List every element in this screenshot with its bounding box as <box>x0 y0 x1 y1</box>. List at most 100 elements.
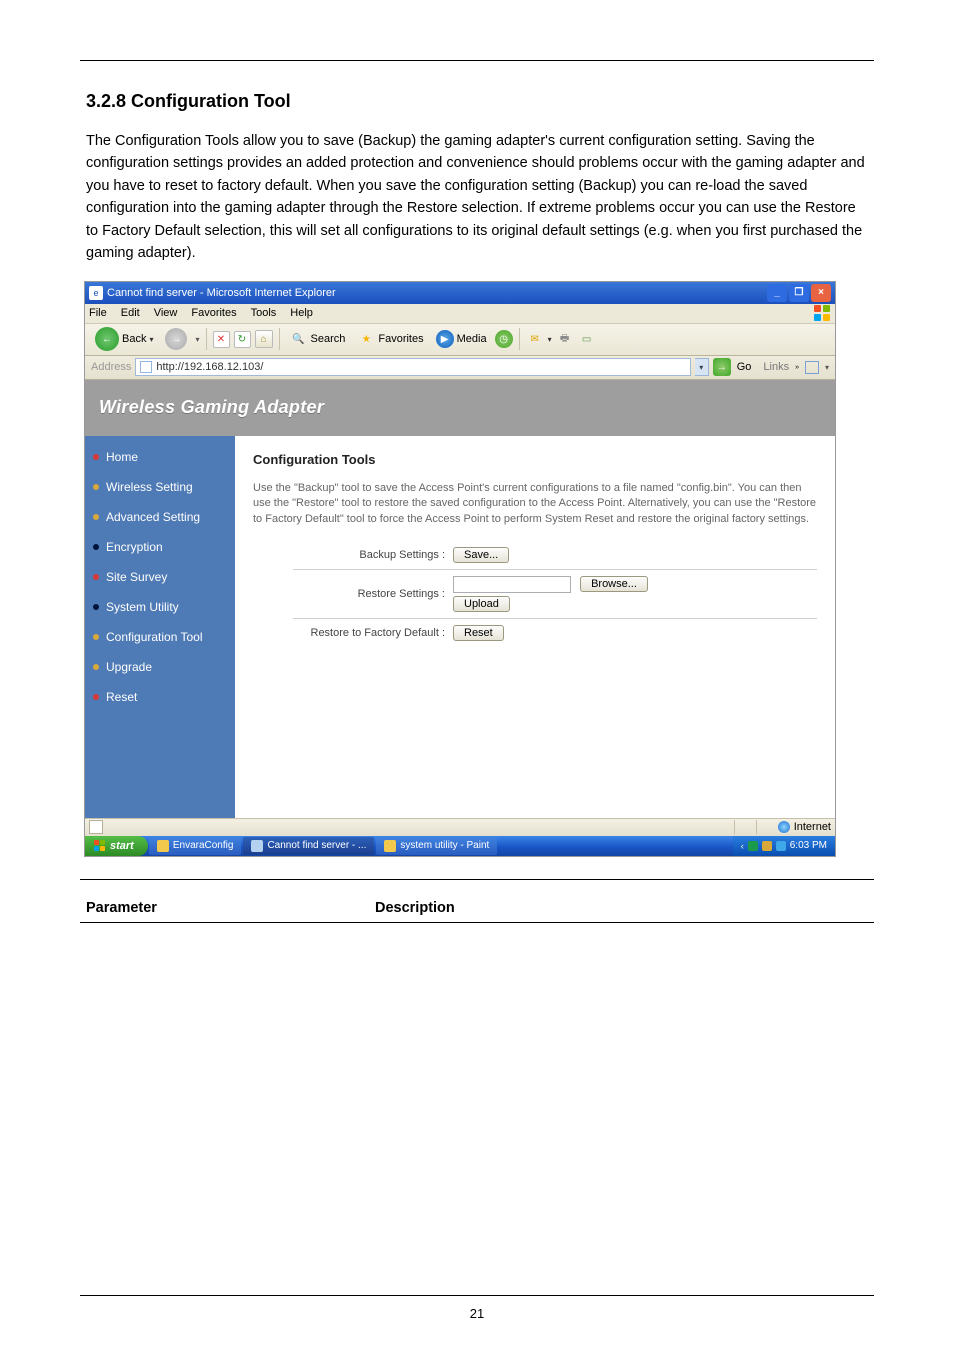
sidebar-item-system-utility[interactable]: System Utility <box>93 600 227 614</box>
links-label: Links <box>763 361 789 373</box>
ie-app-icon: e <box>89 286 103 300</box>
menu-help[interactable]: Help <box>290 307 313 319</box>
sidebar-item-upgrade[interactable]: Upgrade <box>93 660 227 674</box>
refresh-button[interactable]: ↻ <box>234 331 251 348</box>
search-label: Search <box>311 333 346 345</box>
taskbar-item-label: system utility - Paint <box>400 840 489 851</box>
taskbar-item-paint[interactable]: system utility - Paint <box>376 837 497 855</box>
section-paragraph: The Configuration Tools allow you to sav… <box>86 130 870 265</box>
menu-bar: File Edit View Favorites Tools Help <box>85 304 835 324</box>
search-button[interactable]: 🔍 Search <box>286 328 350 350</box>
tray-clock: 6:03 PM <box>790 840 827 851</box>
address-input[interactable]: http://192.168.12.103/ <box>135 358 690 376</box>
taskbar-item-label: EnvaraConfig <box>173 840 234 851</box>
page-icon <box>140 361 152 373</box>
browse-button[interactable]: Browse... <box>580 576 648 592</box>
start-label: start <box>110 840 134 852</box>
table-header-description: Description <box>375 900 455 916</box>
save-button[interactable]: Save... <box>453 547 509 563</box>
sidebar-item-label: Site Survey <box>106 570 167 584</box>
taskbar-item-ie[interactable]: Cannot find server - ... <box>243 837 374 855</box>
forward-button[interactable]: → <box>161 326 191 352</box>
row-divider <box>293 569 817 570</box>
history-button[interactable]: ◷ <box>495 330 513 348</box>
start-button[interactable]: start <box>85 836 148 856</box>
window-close-button[interactable]: × <box>811 284 831 302</box>
sidebar-item-reset[interactable]: Reset <box>93 690 227 704</box>
sidebar-item-label: Advanced Setting <box>106 510 200 524</box>
links-chevron-icon[interactable]: » <box>795 364 799 371</box>
status-page-icon <box>89 820 103 834</box>
section-heading: 3.2.8 Configuration Tool <box>86 91 874 112</box>
content-column: Configuration Tools Use the "Backup" too… <box>235 436 835 818</box>
forward-arrow-icon: → <box>165 328 187 350</box>
upload-button[interactable]: Upload <box>453 596 510 612</box>
tray-icon[interactable] <box>776 841 786 851</box>
window-maximize-button[interactable]: ❐ <box>789 284 809 302</box>
sidebar-item-label: Wireless Setting <box>106 480 193 494</box>
menu-file[interactable]: File <box>89 307 107 319</box>
sidebar-item-label: Configuration Tool <box>106 630 203 644</box>
bullet-icon <box>93 634 99 640</box>
address-label: Address <box>91 361 131 373</box>
paint-icon <box>384 840 396 852</box>
trash-tray-icon[interactable] <box>805 361 819 374</box>
sidebar-item-advanced-setting[interactable]: Advanced Setting <box>93 510 227 524</box>
mail-button[interactable]: ✉ <box>526 330 544 348</box>
sidebar-item-label: System Utility <box>106 600 179 614</box>
address-value: http://192.168.12.103/ <box>156 361 263 373</box>
print-button[interactable]: 🖶 <box>556 330 574 348</box>
tray-icon[interactable] <box>762 841 772 851</box>
sidebar-item-home[interactable]: Home <box>93 450 227 464</box>
sidebar-item-wireless-setting[interactable]: Wireless Setting <box>93 480 227 494</box>
status-zone-text: Internet <box>794 821 831 833</box>
go-button[interactable]: → <box>713 358 731 376</box>
address-dropdown-icon[interactable]: ▾ <box>695 358 709 376</box>
menu-tools[interactable]: Tools <box>251 307 277 319</box>
taskbar-item-envaraconfig[interactable]: EnvaraConfig <box>149 837 242 855</box>
window-titlebar: e Cannot find server - Microsoft Interne… <box>85 282 835 304</box>
sidebar-item-site-survey[interactable]: Site Survey <box>93 570 227 584</box>
sidebar-item-configuration-tool[interactable]: Configuration Tool <box>93 630 227 644</box>
back-dropdown-icon: ▾ <box>149 335 153 344</box>
taskbar-item-label: Cannot find server - ... <box>267 840 366 851</box>
row-divider <box>293 618 817 619</box>
home-button[interactable]: ⌂ <box>255 330 273 348</box>
content-heading: Configuration Tools <box>253 452 817 467</box>
reset-button[interactable]: Reset <box>453 625 504 641</box>
bullet-icon <box>93 544 99 550</box>
folder-icon <box>157 840 169 852</box>
page-number: 21 <box>80 1306 874 1321</box>
window-minimize-button[interactable]: _ <box>767 284 787 302</box>
sidebar-item-label: Encryption <box>106 540 163 554</box>
table-rule-top <box>80 879 874 880</box>
back-arrow-icon: ← <box>95 327 119 351</box>
menu-favorites[interactable]: Favorites <box>191 307 236 319</box>
media-label: Media <box>457 333 487 345</box>
bullet-icon <box>93 514 99 520</box>
menu-view[interactable]: View <box>154 307 178 319</box>
internet-zone-icon <box>778 821 790 833</box>
tray-chevron-icon[interactable]: ‹ <box>741 841 744 851</box>
media-button[interactable]: ▶ Media <box>432 328 491 350</box>
banner-title: Wireless Gaming Adapter <box>99 397 324 418</box>
tray-icon[interactable] <box>748 841 758 851</box>
edit-button[interactable]: ▭ <box>578 330 596 348</box>
back-button[interactable]: ← Back ▾ <box>91 325 157 353</box>
restore-label: Restore Settings : <box>253 588 453 600</box>
trash-dropdown-icon: ▾ <box>825 363 829 372</box>
bullet-icon <box>93 664 99 670</box>
media-icon: ▶ <box>436 330 454 348</box>
go-label: Go <box>737 361 752 373</box>
side-navigation: Home Wireless Setting Advanced Setting E… <box>85 436 235 818</box>
menu-edit[interactable]: Edit <box>121 307 140 319</box>
search-icon: 🔍 <box>290 330 308 348</box>
restore-file-input[interactable] <box>453 576 571 593</box>
windows-logo-icon <box>813 304 831 322</box>
stop-button[interactable]: ✕ <box>213 331 230 348</box>
favorites-star-icon: ★ <box>357 330 375 348</box>
bullet-icon <box>93 574 99 580</box>
sidebar-item-label: Upgrade <box>106 660 152 674</box>
favorites-button[interactable]: ★ Favorites <box>353 328 427 350</box>
sidebar-item-encryption[interactable]: Encryption <box>93 540 227 554</box>
